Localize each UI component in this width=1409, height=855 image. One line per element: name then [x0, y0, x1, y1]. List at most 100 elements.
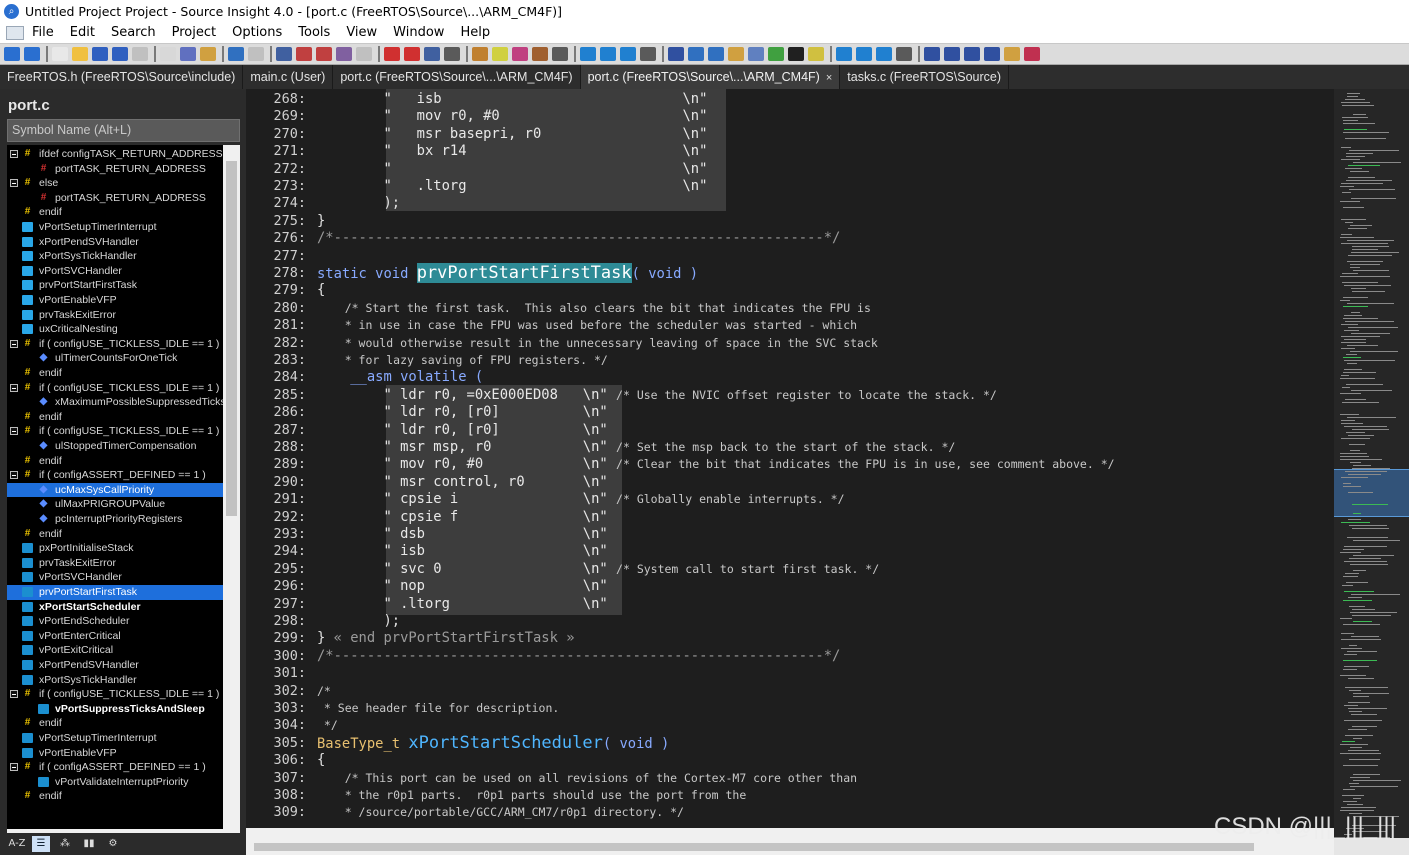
- symbol-list-item[interactable]: xPortStartScheduler: [7, 600, 223, 615]
- code-line[interactable]: * See header file for description.: [317, 700, 559, 717]
- symbol-list-item[interactable]: # ifdef configTASK_RETURN_ADDRESS: [7, 147, 223, 162]
- code-line[interactable]: " cpsie i \n" /* Globally enable interru…: [317, 491, 844, 508]
- symbol-list-item[interactable]: vPortEnableVFP: [7, 293, 223, 308]
- code-line[interactable]: " msr msp, r0 \n" /* Set the msp back to…: [317, 439, 955, 456]
- navigate-back-icon[interactable]: [4, 47, 20, 61]
- code-line[interactable]: " .ltorg \n": [317, 178, 707, 195]
- cascade-icon[interactable]: [444, 47, 460, 61]
- symbol-icon[interactable]: [492, 47, 508, 61]
- panel-icon[interactable]: [620, 47, 636, 61]
- lookup-icon[interactable]: [384, 47, 400, 61]
- code-line[interactable]: " isb \n": [317, 91, 707, 108]
- sort-az-button[interactable]: A-Z: [8, 836, 26, 852]
- code-line[interactable]: " mov r0, #0 \n": [317, 108, 707, 125]
- symbol-list-item[interactable]: # else: [7, 176, 223, 191]
- toggle-icon[interactable]: [532, 47, 548, 61]
- code-line[interactable]: }: [317, 213, 325, 230]
- symbol-list-item[interactable]: vPortSetupTimerInterrupt: [7, 731, 223, 746]
- symbol-list-item[interactable]: vPortEnterCritical: [7, 629, 223, 644]
- collapse-toggle-icon[interactable]: [10, 471, 18, 480]
- collapse-toggle-icon[interactable]: [10, 339, 18, 348]
- menu-help[interactable]: Help: [452, 23, 498, 43]
- jump-definition-icon[interactable]: [728, 47, 744, 61]
- protect-icon[interactable]: [668, 47, 684, 61]
- replace-icon[interactable]: [356, 47, 372, 61]
- call-graph-icon[interactable]: [768, 47, 784, 61]
- style-d-icon[interactable]: [1004, 47, 1020, 61]
- symbol-list-item[interactable]: # endif: [7, 716, 223, 731]
- layout-icon[interactable]: [552, 47, 568, 61]
- code-line[interactable]: " bx r14 \n": [317, 143, 707, 160]
- tab-1[interactable]: main.c (User): [243, 65, 334, 89]
- collapse-toggle-icon[interactable]: [10, 427, 18, 436]
- code-line[interactable]: " isb \n": [317, 543, 607, 560]
- symbol-list-item[interactable]: # if ( configASSERT_DEFINED == 1 ): [7, 760, 223, 775]
- symbol-list-item[interactable]: # portTASK_RETURN_ADDRESS: [7, 162, 223, 177]
- project-icon[interactable]: [160, 47, 176, 61]
- code-line[interactable]: " svc 0 \n" /* System call to start firs…: [317, 561, 879, 578]
- symbol-list-item[interactable]: # endif: [7, 527, 223, 542]
- symbol-list-item[interactable]: vPortEnableVFP: [7, 746, 223, 761]
- menu-search[interactable]: Search: [103, 23, 164, 43]
- symbol-list-item[interactable]: ◆ pcInterruptPriorityRegisters: [7, 512, 223, 527]
- member-icon[interactable]: [708, 47, 724, 61]
- indent-icon[interactable]: [836, 47, 852, 61]
- code-line[interactable]: /* Start the first task. This also clear…: [317, 300, 871, 317]
- outdent-icon[interactable]: [856, 47, 872, 61]
- symbol-list-item[interactable]: vPortEndScheduler: [7, 614, 223, 629]
- book-icon[interactable]: ▮▮: [80, 836, 98, 852]
- scrollbar-thumb[interactable]: [226, 161, 237, 516]
- symbol-list-item[interactable]: # endif: [7, 366, 223, 381]
- symbol-list-item[interactable]: ◆ ulMaxPRIGROUPValue: [7, 497, 223, 512]
- symbol-list-item[interactable]: uxCriticalNesting: [7, 322, 223, 337]
- code-line[interactable]: " ldr r0, [r0] \n": [317, 422, 607, 439]
- search-icon[interactable]: [336, 47, 352, 61]
- symbol-list-item[interactable]: ◆ ucMaxSysCallPriority: [7, 482, 223, 498]
- collapse-toggle-icon[interactable]: [10, 690, 18, 699]
- overview-minimap[interactable]: [1334, 89, 1409, 841]
- editor-horizontal-scrollbar[interactable]: [246, 838, 1334, 855]
- document-icon[interactable]: [248, 47, 264, 61]
- code-line[interactable]: " .ltorg \n": [317, 596, 607, 613]
- window-icon[interactable]: [640, 47, 656, 61]
- code-line[interactable]: * the r0p1 parts. r0p1 parts should use …: [317, 787, 747, 804]
- collapse-toggle-icon[interactable]: [10, 763, 18, 772]
- symbol-list-item[interactable]: # endif: [7, 410, 223, 425]
- code-line[interactable]: * in use in case the FPU was used before…: [317, 317, 857, 334]
- tab-0[interactable]: FreeRTOS.h (FreeRTOS\Source\include): [0, 65, 244, 89]
- symbol-list-item[interactable]: ◆ xMaximumPossibleSuppressedTicks: [7, 395, 223, 410]
- code-line[interactable]: BaseType_t xPortStartScheduler( void ): [317, 734, 669, 752]
- symbol-list-item[interactable]: xPortSysTickHandler: [7, 673, 223, 688]
- code-line[interactable]: * /source/portable/GCC/ARM_CM7/r0p1 dire…: [317, 804, 684, 821]
- code-line[interactable]: " dsb \n": [317, 526, 607, 543]
- new-file-icon[interactable]: [52, 47, 68, 61]
- symbol-list-item[interactable]: # endif: [7, 205, 223, 220]
- menu-edit[interactable]: Edit: [62, 23, 103, 43]
- symbol-list-item[interactable]: ◆ ulStoppedTimerCompensation: [7, 439, 223, 454]
- symbol-list-item[interactable]: prvPortStartFirstTask: [7, 278, 223, 293]
- symbol-list-item[interactable]: vPortSVCHandler: [7, 570, 223, 585]
- browse-icon[interactable]: [316, 47, 332, 61]
- context-icon[interactable]: [472, 47, 488, 61]
- code-line[interactable]: /* This port can be used on all revision…: [317, 770, 857, 787]
- symbol-list-item[interactable]: # endif: [7, 789, 223, 804]
- menu-file[interactable]: File: [24, 23, 62, 43]
- comment-icon[interactable]: [876, 47, 892, 61]
- tab-2[interactable]: port.c (FreeRTOS\Source\...\ARM_CM4F): [333, 65, 581, 89]
- code-line[interactable]: /*--------------------------------------…: [317, 648, 840, 665]
- menu-view[interactable]: View: [338, 23, 385, 43]
- symbol-list-item[interactable]: vPortExitCritical: [7, 643, 223, 658]
- bookmark-icon[interactable]: [276, 47, 292, 61]
- collapse-toggle-icon[interactable]: [10, 383, 18, 392]
- code-editor[interactable]: 268: 269: 270: 271: 272: 273: 274: 275: 276: 277:…: [246, 89, 1334, 828]
- code-line[interactable]: " \n": [317, 161, 707, 178]
- redo-icon[interactable]: [228, 47, 244, 61]
- tab-3[interactable]: port.c (FreeRTOS\Source\...\ARM_CM4F) ×: [580, 65, 841, 89]
- uncomment-icon[interactable]: [896, 47, 912, 61]
- document-system-menu-icon[interactable]: [6, 26, 24, 40]
- symbol-list-item[interactable]: # portTASK_RETURN_ADDRESS: [7, 191, 223, 206]
- symbol-list-item[interactable]: prvPortStartFirstTask: [7, 585, 223, 600]
- undo-icon[interactable]: [200, 47, 216, 61]
- symbol-list-item[interactable]: xPortPendSVHandler: [7, 658, 223, 673]
- symbol-list-item[interactable]: prvTaskExitError: [7, 308, 223, 323]
